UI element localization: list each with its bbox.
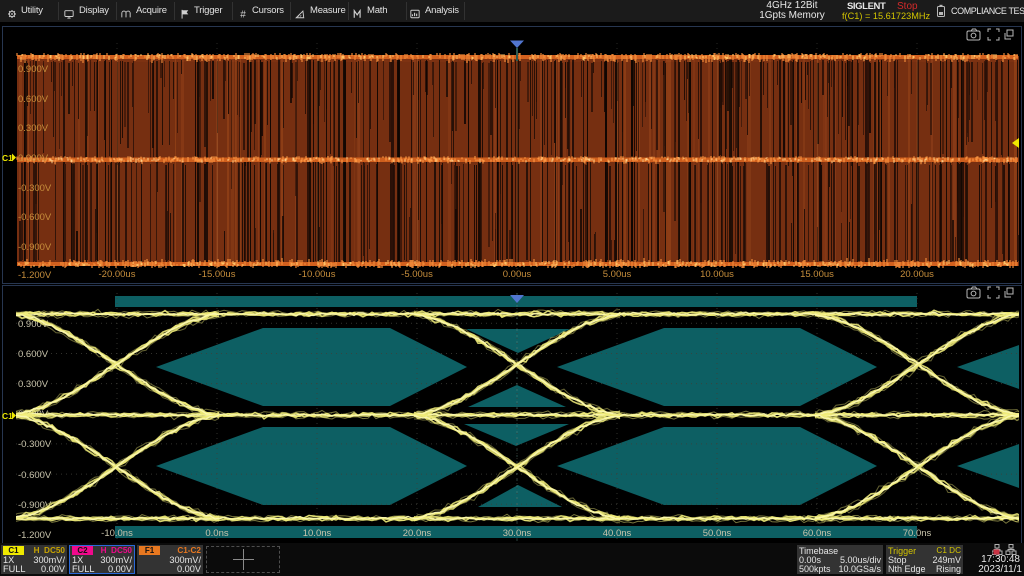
svg-text:0.000V: 0.000V xyxy=(18,153,49,164)
svg-text:0.900V: 0.900V xyxy=(18,64,49,75)
svg-text:-0.300V: -0.300V xyxy=(18,183,52,194)
svg-text:15.00us: 15.00us xyxy=(800,269,834,280)
svg-text:30.0ns: 30.0ns xyxy=(503,528,532,539)
svg-text:-0.900V: -0.900V xyxy=(18,242,52,253)
svg-text:-5.00us: -5.00us xyxy=(401,269,433,280)
svg-text:#: # xyxy=(240,9,246,19)
svg-text:20.0ns: 20.0ns xyxy=(403,528,432,539)
svg-text:10.00us: 10.00us xyxy=(700,269,734,280)
svg-text:C1: C1 xyxy=(2,153,13,163)
svg-text:0.300V: 0.300V xyxy=(18,123,49,134)
svg-text:-15.00us: -15.00us xyxy=(199,269,236,280)
svg-text:0.600V: 0.600V xyxy=(18,94,49,105)
svg-text:0.600V: 0.600V xyxy=(18,349,49,360)
svg-text:-10.00us: -10.00us xyxy=(299,269,336,280)
svg-text:50.0ns: 50.0ns xyxy=(703,528,732,539)
svg-text:0.0ns: 0.0ns xyxy=(205,528,228,539)
svg-text:0.00us: 0.00us xyxy=(503,269,532,280)
svg-text:0.300V: 0.300V xyxy=(18,379,49,390)
svg-text:-0.600V: -0.600V xyxy=(18,212,52,223)
svg-text:70.0ns: 70.0ns xyxy=(903,528,932,539)
svg-text:20.00us: 20.00us xyxy=(900,269,934,280)
svg-text:60.0ns: 60.0ns xyxy=(803,528,832,539)
svg-text:-10.0ns: -10.0ns xyxy=(101,528,133,539)
svg-text:-0.300V: -0.300V xyxy=(18,439,52,450)
svg-text:5.00us: 5.00us xyxy=(603,269,632,280)
svg-text:C1: C1 xyxy=(2,411,13,421)
svg-text:40.0ns: 40.0ns xyxy=(603,528,632,539)
svg-text:-20.00us: -20.00us xyxy=(99,269,136,280)
svg-text:-0.600V: -0.600V xyxy=(18,470,52,481)
svg-text:10.0ns: 10.0ns xyxy=(303,528,332,539)
svg-text:-1.200V: -1.200V xyxy=(18,530,52,541)
svg-text:-1.200V: -1.200V xyxy=(18,270,52,281)
